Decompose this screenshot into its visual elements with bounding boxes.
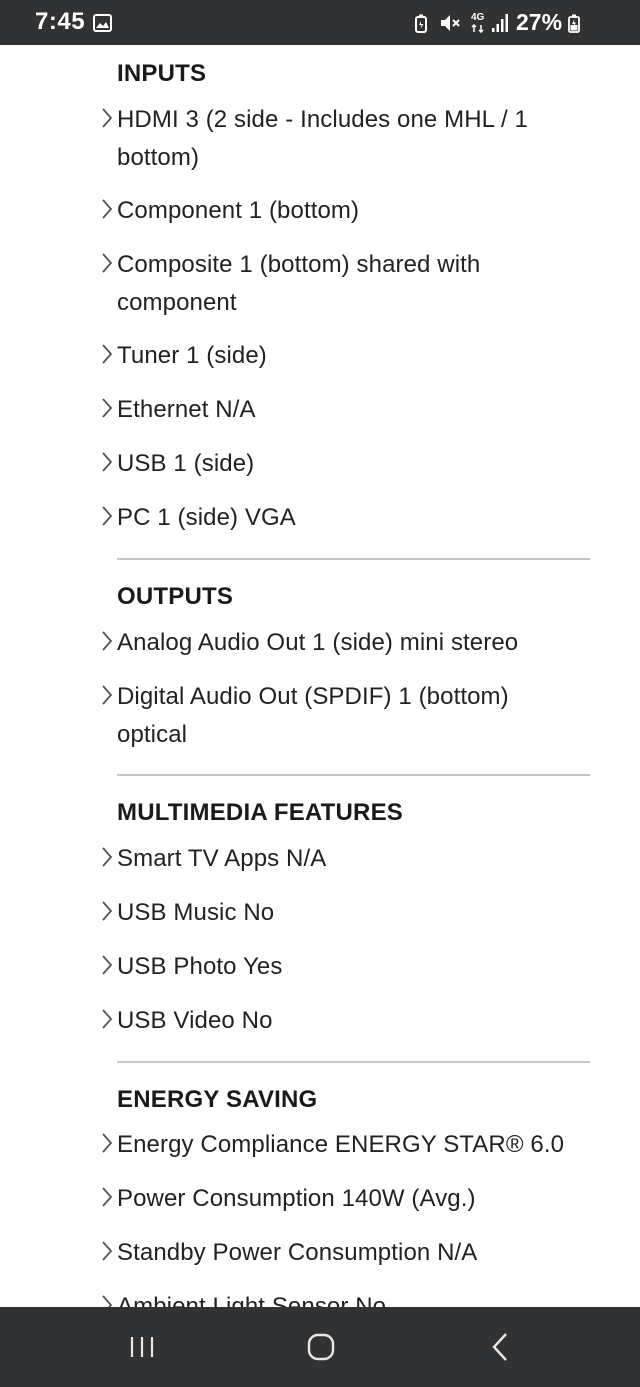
battery-saver-icon bbox=[415, 14, 427, 33]
network-4g-icon: 4G bbox=[468, 12, 488, 34]
section-heading: MULTIMEDIA FEATURES bbox=[117, 799, 403, 826]
spec-text: HDMI 3 (2 side - Includes one MHL / 1 bo… bbox=[117, 106, 528, 171]
spec-text: Power Consumption 140W (Avg.) bbox=[117, 1185, 476, 1212]
chevron-right-icon bbox=[102, 631, 113, 651]
spec-text: PC 1 (side) VGA bbox=[117, 504, 296, 531]
chevron-right-icon bbox=[102, 506, 113, 526]
spec-text: USB 1 (side) bbox=[117, 450, 255, 477]
recents-icon bbox=[130, 1337, 154, 1357]
chevron-right-icon bbox=[102, 398, 113, 418]
spec-list: INPUTS HDMI 3 (2 side - Includes one MHL… bbox=[0, 45, 640, 1307]
section-divider bbox=[117, 558, 590, 560]
spec-text: USB Video No bbox=[117, 1007, 273, 1034]
spec-text: Energy Compliance ENERGY STAR® 6.0 bbox=[117, 1131, 565, 1158]
battery-percent: 27% bbox=[516, 9, 563, 35]
chevron-right-icon bbox=[102, 452, 113, 472]
chevron-right-icon bbox=[102, 955, 113, 975]
chevron-right-icon bbox=[102, 1133, 113, 1153]
status-bar: 7:45 4G 27% bbox=[0, 0, 640, 45]
recents-button[interactable] bbox=[120, 1327, 164, 1367]
chevron-right-icon bbox=[102, 1187, 113, 1207]
home-icon bbox=[307, 1333, 335, 1361]
chevron-right-icon bbox=[102, 344, 113, 364]
chevron-right-icon bbox=[102, 1009, 113, 1029]
mute-icon bbox=[441, 15, 460, 31]
back-icon bbox=[492, 1333, 507, 1361]
spec-text: USB Photo Yes bbox=[117, 953, 283, 980]
spec-text: Composite 1 (bottom) shared with compone… bbox=[117, 251, 481, 316]
home-button[interactable] bbox=[299, 1327, 343, 1367]
spec-text: Ethernet N/A bbox=[117, 396, 256, 423]
section-heading: INPUTS bbox=[117, 60, 207, 87]
section-heading: ENERGY SAVING bbox=[117, 1086, 318, 1113]
chevron-right-icon bbox=[102, 1241, 113, 1261]
network-4g-label: 4G bbox=[471, 12, 485, 23]
chevron-right-icon bbox=[102, 253, 113, 273]
spec-text: Component 1 (bottom) bbox=[117, 197, 360, 224]
section-divider bbox=[117, 1061, 590, 1063]
section-heading: OUTPUTS bbox=[117, 583, 234, 610]
spec-text: Analog Audio Out 1 (side) mini stereo bbox=[117, 629, 519, 656]
chevron-right-icon bbox=[102, 1295, 113, 1307]
spec-text: Tuner 1 (side) bbox=[117, 342, 267, 369]
signal-icon bbox=[492, 14, 508, 32]
navigation-bar bbox=[0, 1307, 640, 1387]
battery-charging-icon bbox=[568, 14, 580, 33]
chevron-right-icon bbox=[102, 685, 113, 705]
screen: 7:45 4G 27% INPUTS HDMI 3 (2 side - Incl… bbox=[0, 0, 640, 1387]
spec-text: Standby Power Consumption N/A bbox=[117, 1239, 478, 1266]
gallery-icon bbox=[93, 14, 112, 32]
spec-text: Smart TV Apps N/A bbox=[117, 845, 327, 872]
chevron-right-icon bbox=[102, 847, 113, 867]
back-button[interactable] bbox=[478, 1327, 522, 1367]
status-icons: 4G 27% bbox=[408, 0, 608, 45]
status-time: 7:45 bbox=[35, 8, 86, 35]
chevron-right-icon bbox=[102, 108, 113, 128]
chevron-right-icon bbox=[102, 901, 113, 921]
section-divider bbox=[117, 774, 590, 776]
chevron-right-icon bbox=[102, 199, 113, 219]
spec-text: USB Music No bbox=[117, 899, 275, 926]
spec-text: Ambient Light Sensor No bbox=[117, 1293, 387, 1307]
spec-text: Digital Audio Out (SPDIF) 1 (bottom) opt… bbox=[117, 683, 509, 748]
